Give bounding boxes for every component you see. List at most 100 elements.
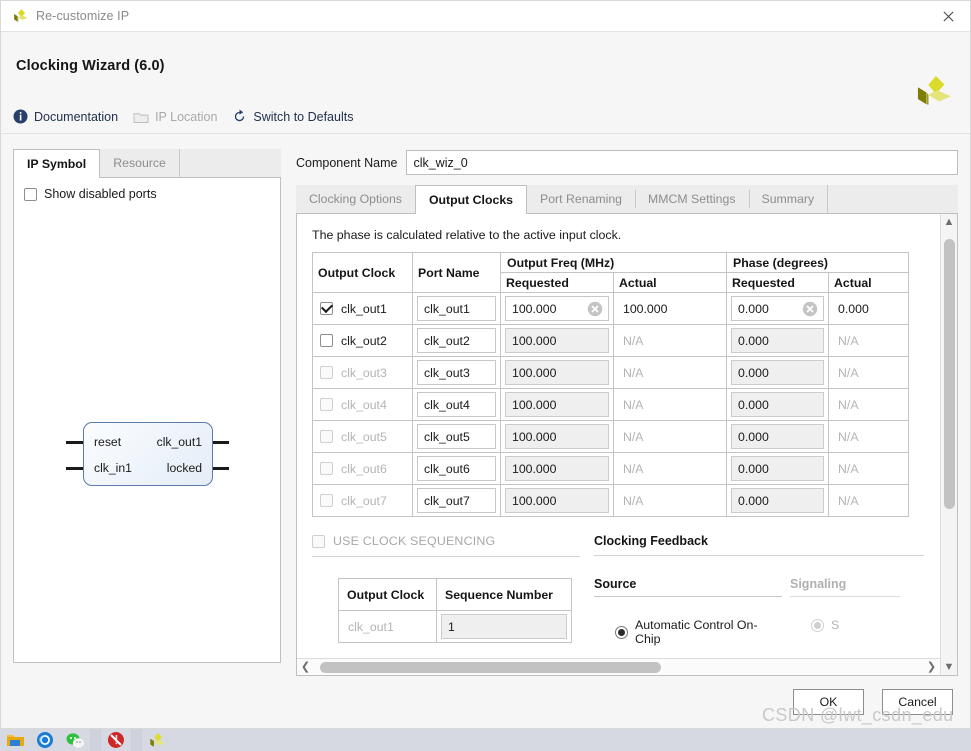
hscroll-track[interactable] [314,659,923,676]
chevron-right-icon[interactable]: ❯ [923,659,940,676]
left-tabstrip: IP Symbol Resource [13,149,281,178]
freq-requested-value: 100.000 [512,301,557,316]
clock-sequencing-section: USE CLOCK SEQUENCING Output Clock Sequen… [312,534,580,643]
re-customize-ip-dialog: Re-customize IP Clocking Wizard (6.0) Do… [0,0,971,729]
chevron-left-icon[interactable]: ❮ [297,659,314,676]
tab-mmcm-settings-label: MMCM Settings [648,192,736,206]
port-name-input-clk_out3[interactable]: clk_out3 [417,360,496,385]
hscroll-thumb[interactable] [320,661,662,673]
header-port-name: Port Name [412,252,501,293]
switch-to-defaults-link[interactable]: Switch to Defaults [232,106,353,128]
main-tabstrip-filler [827,185,958,213]
table-row: clk_out5 clk_out5 100.000 N/A 0.000 N/A [312,420,910,453]
freq-requested-input-clk_out6[interactable]: 100.000 [505,456,609,481]
chevron-up-icon[interactable]: ▲ [941,214,958,230]
taskbar-separator [90,729,101,751]
freq-requested-input-clk_out5[interactable]: 100.000 [505,424,609,449]
vivado-icon[interactable] [142,729,172,751]
phase-requested-input-clk_out3[interactable]: 0.000 [731,360,825,385]
freq-requested-value: 100.000 [512,493,557,508]
phase-requested-input-clk_out4[interactable]: 0.000 [731,392,825,417]
tab-port-renaming[interactable]: Port Renaming [527,185,636,213]
freq-requested-input-clk_out3[interactable]: 100.000 [505,360,609,385]
clock-enable-checkbox-clk_out2[interactable]: clk_out2 [313,334,412,348]
phase-actual-value: N/A [838,493,859,508]
tab-output-clocks[interactable]: Output Clocks [414,185,527,214]
vscroll-thumb[interactable] [943,238,955,509]
phase-actual-value: N/A [838,429,859,444]
phase-actual-value: 0.000 [838,301,869,316]
port-name-input-clk_out6[interactable]: clk_out6 [417,456,496,481]
clock-name-label: clk_out7 [341,493,387,508]
freq-requested-input-clk_out2[interactable]: 100.000 [505,328,609,353]
port-name-input-clk_out7[interactable]: clk_out7 [417,488,496,513]
chevron-down-icon[interactable]: ▼ [941,659,958,675]
header-freq-actual: Actual [612,272,728,293]
phase-requested-input-clk_out2[interactable]: 0.000 [731,328,825,353]
tab-summary[interactable]: Summary [748,185,828,213]
ip-location-link[interactable]: IP Location [133,106,217,128]
component-name-input[interactable] [406,150,958,175]
info-icon [13,109,28,124]
vscroll-track[interactable] [941,230,958,659]
port-name-input-clk_out2[interactable]: clk_out2 [417,328,496,353]
tab-ip-symbol[interactable]: IP Symbol [13,149,101,178]
phase-requested-input-clk_out6[interactable]: 0.000 [731,456,825,481]
clock-enable-checkbox-clk_out5[interactable]: clk_out5 [313,430,412,444]
pin-clk-out1 [212,441,229,444]
taskbar-separator [131,729,142,751]
horizontal-scrollbar[interactable]: ❮ ❯ [297,658,940,675]
port-label-reset: reset [94,435,122,449]
phase-requested-input-clk_out7[interactable]: 0.000 [731,488,825,513]
freq-requested-value: 100.000 [512,333,557,348]
show-disabled-ports-checkbox[interactable]: Show disabled ports [14,178,280,201]
tab-resource[interactable]: Resource [100,149,179,177]
radio-button-icon [615,625,628,639]
documentation-link[interactable]: Documentation [13,106,118,128]
freq-actual-value: 100.000 [623,301,668,316]
freq-requested-input-clk_out4[interactable]: 100.000 [505,392,609,417]
red-app-icon[interactable] [101,729,131,751]
clock-enable-checkbox-clk_out4[interactable]: clk_out4 [313,398,412,412]
clock-name-label: clk_out6 [341,461,387,476]
freq-requested-input-clk_out1[interactable]: 100.000 [505,296,609,321]
use-clock-sequencing-checkbox[interactable]: USE CLOCK SEQUENCING [312,534,580,557]
port-name-input-clk_out4[interactable]: clk_out4 [417,392,496,417]
vertical-scrollbar[interactable]: ▲ ▼ [940,214,957,675]
ip-symbol-diagram: reset clk_in1 clk_out1 locked [66,422,229,486]
clock-enable-checkbox-clk_out7[interactable]: clk_out7 [313,494,412,508]
freq-actual-value: N/A [623,429,644,444]
radio-button-icon [811,618,824,632]
radio-automatic-control-on-chip[interactable]: Automatic Control On-Chip [594,618,782,646]
clear-phase-button[interactable] [802,301,818,317]
seq-number-input[interactable]: 1 [441,614,567,639]
clock-enable-checkbox-clk_out6[interactable]: clk_out6 [313,462,412,476]
port-name-value: clk_out7 [424,493,470,508]
cancel-button[interactable]: Cancel [882,689,953,715]
edge-browser-icon[interactable] [30,729,60,751]
tab-clocking-options[interactable]: Clocking Options [296,185,415,213]
checkbox-box-icon [320,398,333,411]
radio-signaling-single-ended[interactable]: S [790,618,900,632]
file-explorer-icon[interactable] [0,729,30,751]
phase-requested-input-clk_out1[interactable]: 0.000 [731,296,825,321]
ip-symbol-block: reset clk_in1 clk_out1 locked [83,422,213,486]
port-name-input-clk_out1[interactable]: clk_out1 [417,296,496,321]
ok-button[interactable]: OK [793,689,864,715]
seq-tbody: clk_out1 1 [338,610,572,643]
phase-requested-input-clk_out5[interactable]: 0.000 [731,424,825,449]
clock-enable-checkbox-clk_out1[interactable]: clk_out1 [313,302,412,316]
clocking-feedback-section: Clocking Feedback Source Automatic Contr… [594,534,924,646]
tab-mmcm-settings[interactable]: MMCM Settings [635,185,749,213]
table-row: clk_out1 clk_out1 100.000 100.000 0.000 0.000 [312,292,910,325]
clear-freq-button[interactable] [587,301,603,317]
close-icon[interactable] [926,1,970,32]
table-row: clk_out4 clk_out4 100.000 N/A 0.000 N/A [312,388,910,421]
port-name-value: clk_out5 [424,429,470,444]
phase-actual-value: N/A [838,397,859,412]
port-name-input-clk_out5[interactable]: clk_out5 [417,424,496,449]
clock-enable-checkbox-clk_out3[interactable]: clk_out3 [313,366,412,380]
close-glyph-icon [942,11,954,22]
freq-requested-input-clk_out7[interactable]: 100.000 [505,488,609,513]
wechat-icon[interactable] [60,729,90,751]
